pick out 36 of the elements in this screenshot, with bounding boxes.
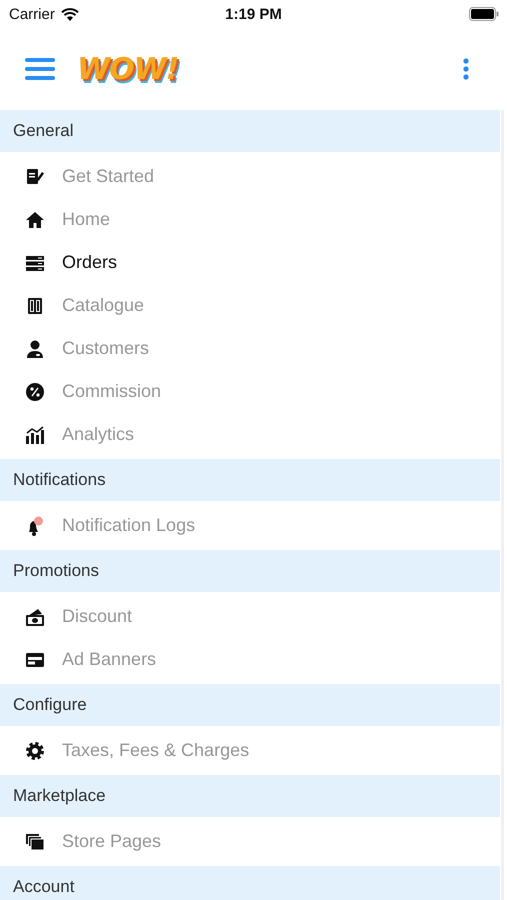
menu-icon xyxy=(25,57,55,81)
logo: WOW! xyxy=(77,52,178,86)
section-header: Account xyxy=(0,866,500,900)
more-icon xyxy=(463,58,469,80)
menu-item[interactable]: Notification Logs xyxy=(0,504,501,547)
carrier-label: Carrier xyxy=(9,6,55,22)
menu-item[interactable]: Store Pages xyxy=(0,820,501,863)
menu-item[interactable]: Commission xyxy=(0,370,501,413)
section-header: Marketplace xyxy=(0,775,500,817)
menu-item[interactable]: Discount xyxy=(0,595,501,638)
more-button[interactable] xyxy=(463,58,469,80)
battery-icon xyxy=(469,7,499,21)
menu-item[interactable]: Catalogue xyxy=(0,284,501,327)
wifi-icon xyxy=(60,8,79,20)
document-pen-icon xyxy=(25,166,45,186)
menu-item[interactable]: Ad Banners xyxy=(0,638,501,681)
person-icon xyxy=(25,338,45,358)
gear-icon xyxy=(25,740,45,760)
menu-item[interactable]: Home xyxy=(0,198,501,241)
bar-chart-icon xyxy=(25,424,45,444)
menu-button[interactable] xyxy=(25,57,55,81)
section-header: Configure xyxy=(0,684,500,726)
menu-item[interactable]: Customers xyxy=(0,327,501,370)
banknotes-icon xyxy=(25,606,45,626)
section-header: Promotions xyxy=(0,550,500,592)
stacked-windows-icon xyxy=(25,832,45,852)
percent-badge-icon xyxy=(25,382,45,402)
clock-time: 1:19 PM xyxy=(224,6,283,22)
menu-item[interactable]: Taxes, Fees & Charges xyxy=(0,729,501,772)
section-header: General xyxy=(0,110,500,152)
book-icon xyxy=(25,296,45,316)
section-header: Notifications xyxy=(0,459,500,501)
menu-item[interactable]: Orders xyxy=(0,241,501,284)
menu-item[interactable]: Analytics xyxy=(0,413,501,456)
house-icon xyxy=(25,210,45,230)
menu-item[interactable]: Get Started xyxy=(0,155,501,198)
